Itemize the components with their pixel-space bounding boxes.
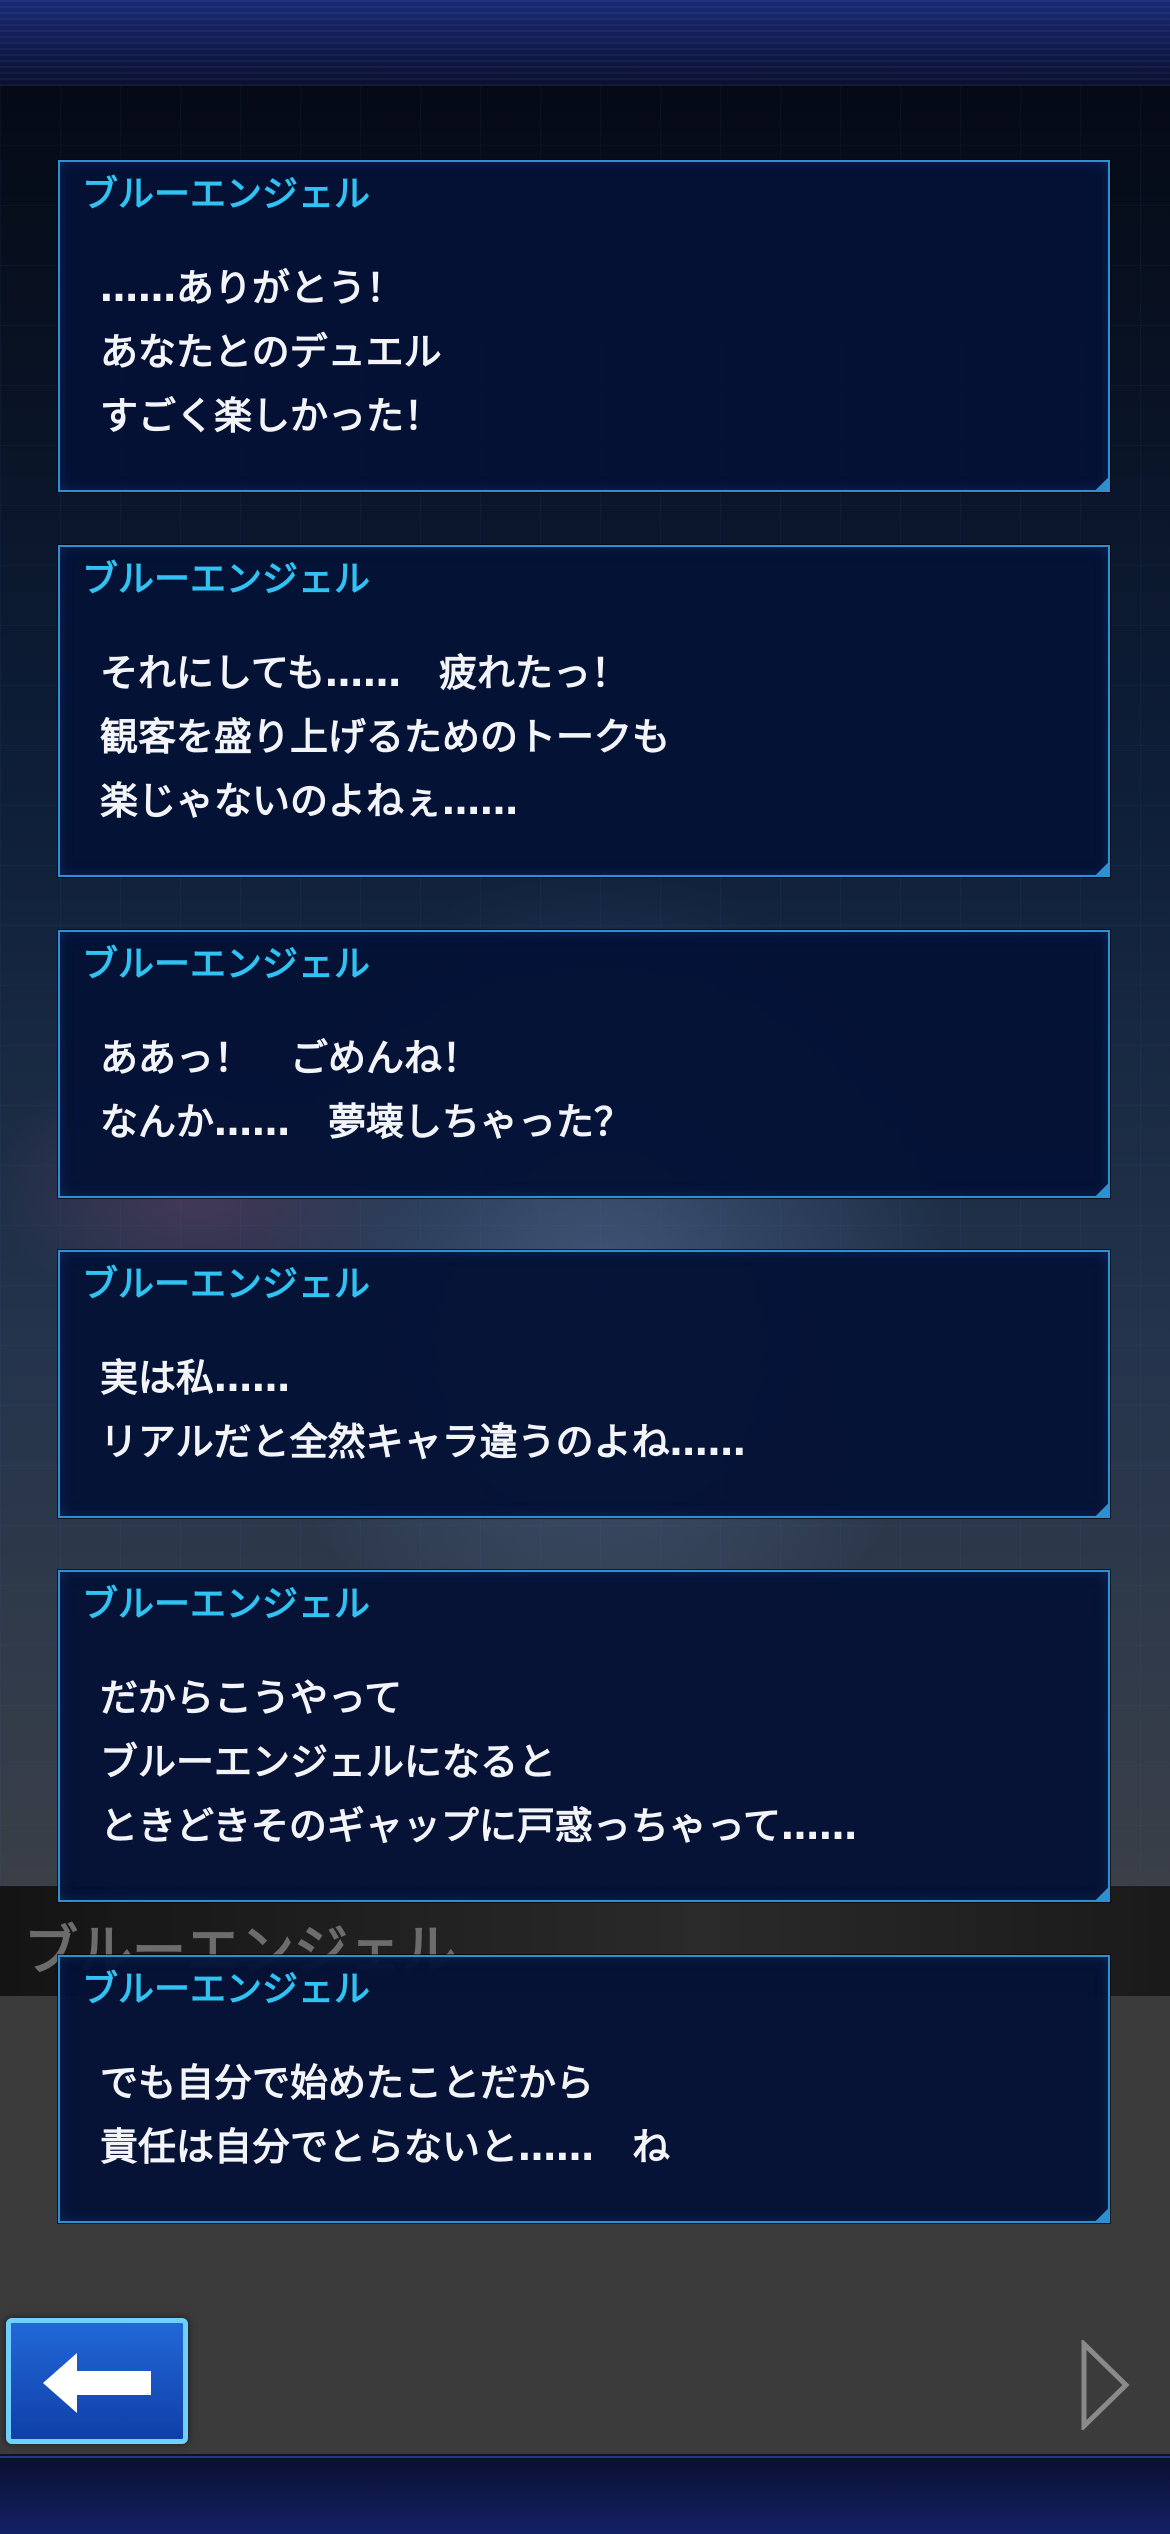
dialog-line: ブルーエンジェルになると bbox=[100, 1740, 557, 1784]
dialog-line: でも自分で始めたことだから bbox=[100, 2061, 595, 2105]
speaker-name: ブルーエンジェル bbox=[82, 174, 371, 215]
dialog-log-entry: ブルーエンジェル それにしても…… 疲れたっ！ 観客を盛り上げるためのトークも … bbox=[58, 545, 1110, 877]
bottom-band bbox=[0, 2456, 1170, 2534]
back-button[interactable] bbox=[6, 2318, 188, 2444]
dialog-line: すごく楽しかった！ bbox=[100, 394, 443, 438]
dialog-line: 責任は自分でとらないと…… ね bbox=[100, 2125, 671, 2169]
speaker-name: ブルーエンジェル bbox=[82, 1969, 371, 2010]
dialog-line: リアルだと全然キャラ違うのよね…… bbox=[100, 1420, 746, 1464]
dialog-log-entry: ブルーエンジェル 実は私…… リアルだと全然キャラ違うのよね…… bbox=[58, 1250, 1110, 1518]
dialog-line: それにしても…… 疲れたっ！ bbox=[100, 651, 629, 695]
dialog-log-entry: ブルーエンジェル ああっ！ ごめんね！ なんか…… 夢壊しちゃった？ bbox=[58, 930, 1110, 1198]
speaker-name: ブルーエンジェル bbox=[82, 559, 371, 600]
dialog-line: 楽じゃないのよねぇ…… bbox=[100, 779, 519, 823]
left-arrow-icon bbox=[43, 2353, 151, 2413]
dialog-log-entry: ブルーエンジェル だからこうやって ブルーエンジェルになると ときどきそのギャッ… bbox=[58, 1570, 1110, 1902]
dialog-log-entry: ブルーエンジェル ……ありがとう！ あなたとのデュエル すごく楽しかった！ bbox=[58, 160, 1110, 492]
speaker-name: ブルーエンジェル bbox=[82, 1584, 371, 1625]
speaker-name: ブルーエンジェル bbox=[82, 1264, 371, 1305]
dialog-line: あなたとのデュエル bbox=[100, 330, 442, 374]
dialog-line: ときどきそのギャップに戸惑っちゃって…… bbox=[100, 1804, 857, 1848]
top-header-band bbox=[0, 0, 1170, 88]
dialog-line: 実は私…… bbox=[100, 1356, 291, 1400]
dialog-line: ……ありがとう！ bbox=[100, 266, 405, 310]
dialog-log-entry: ブルーエンジェル でも自分で始めたことだから 責任は自分でとらないと…… ね bbox=[58, 1955, 1110, 2223]
dialog-line: ああっ！ ごめんね！ bbox=[100, 1036, 481, 1080]
dialog-line: だからこうやって bbox=[100, 1676, 403, 1720]
dialog-line: なんか…… 夢壊しちゃった？ bbox=[100, 1100, 633, 1144]
right-triangle-icon[interactable] bbox=[1080, 2340, 1130, 2430]
dialog-line: 観客を盛り上げるためのトークも bbox=[100, 715, 671, 759]
speaker-name: ブルーエンジェル bbox=[82, 944, 371, 985]
